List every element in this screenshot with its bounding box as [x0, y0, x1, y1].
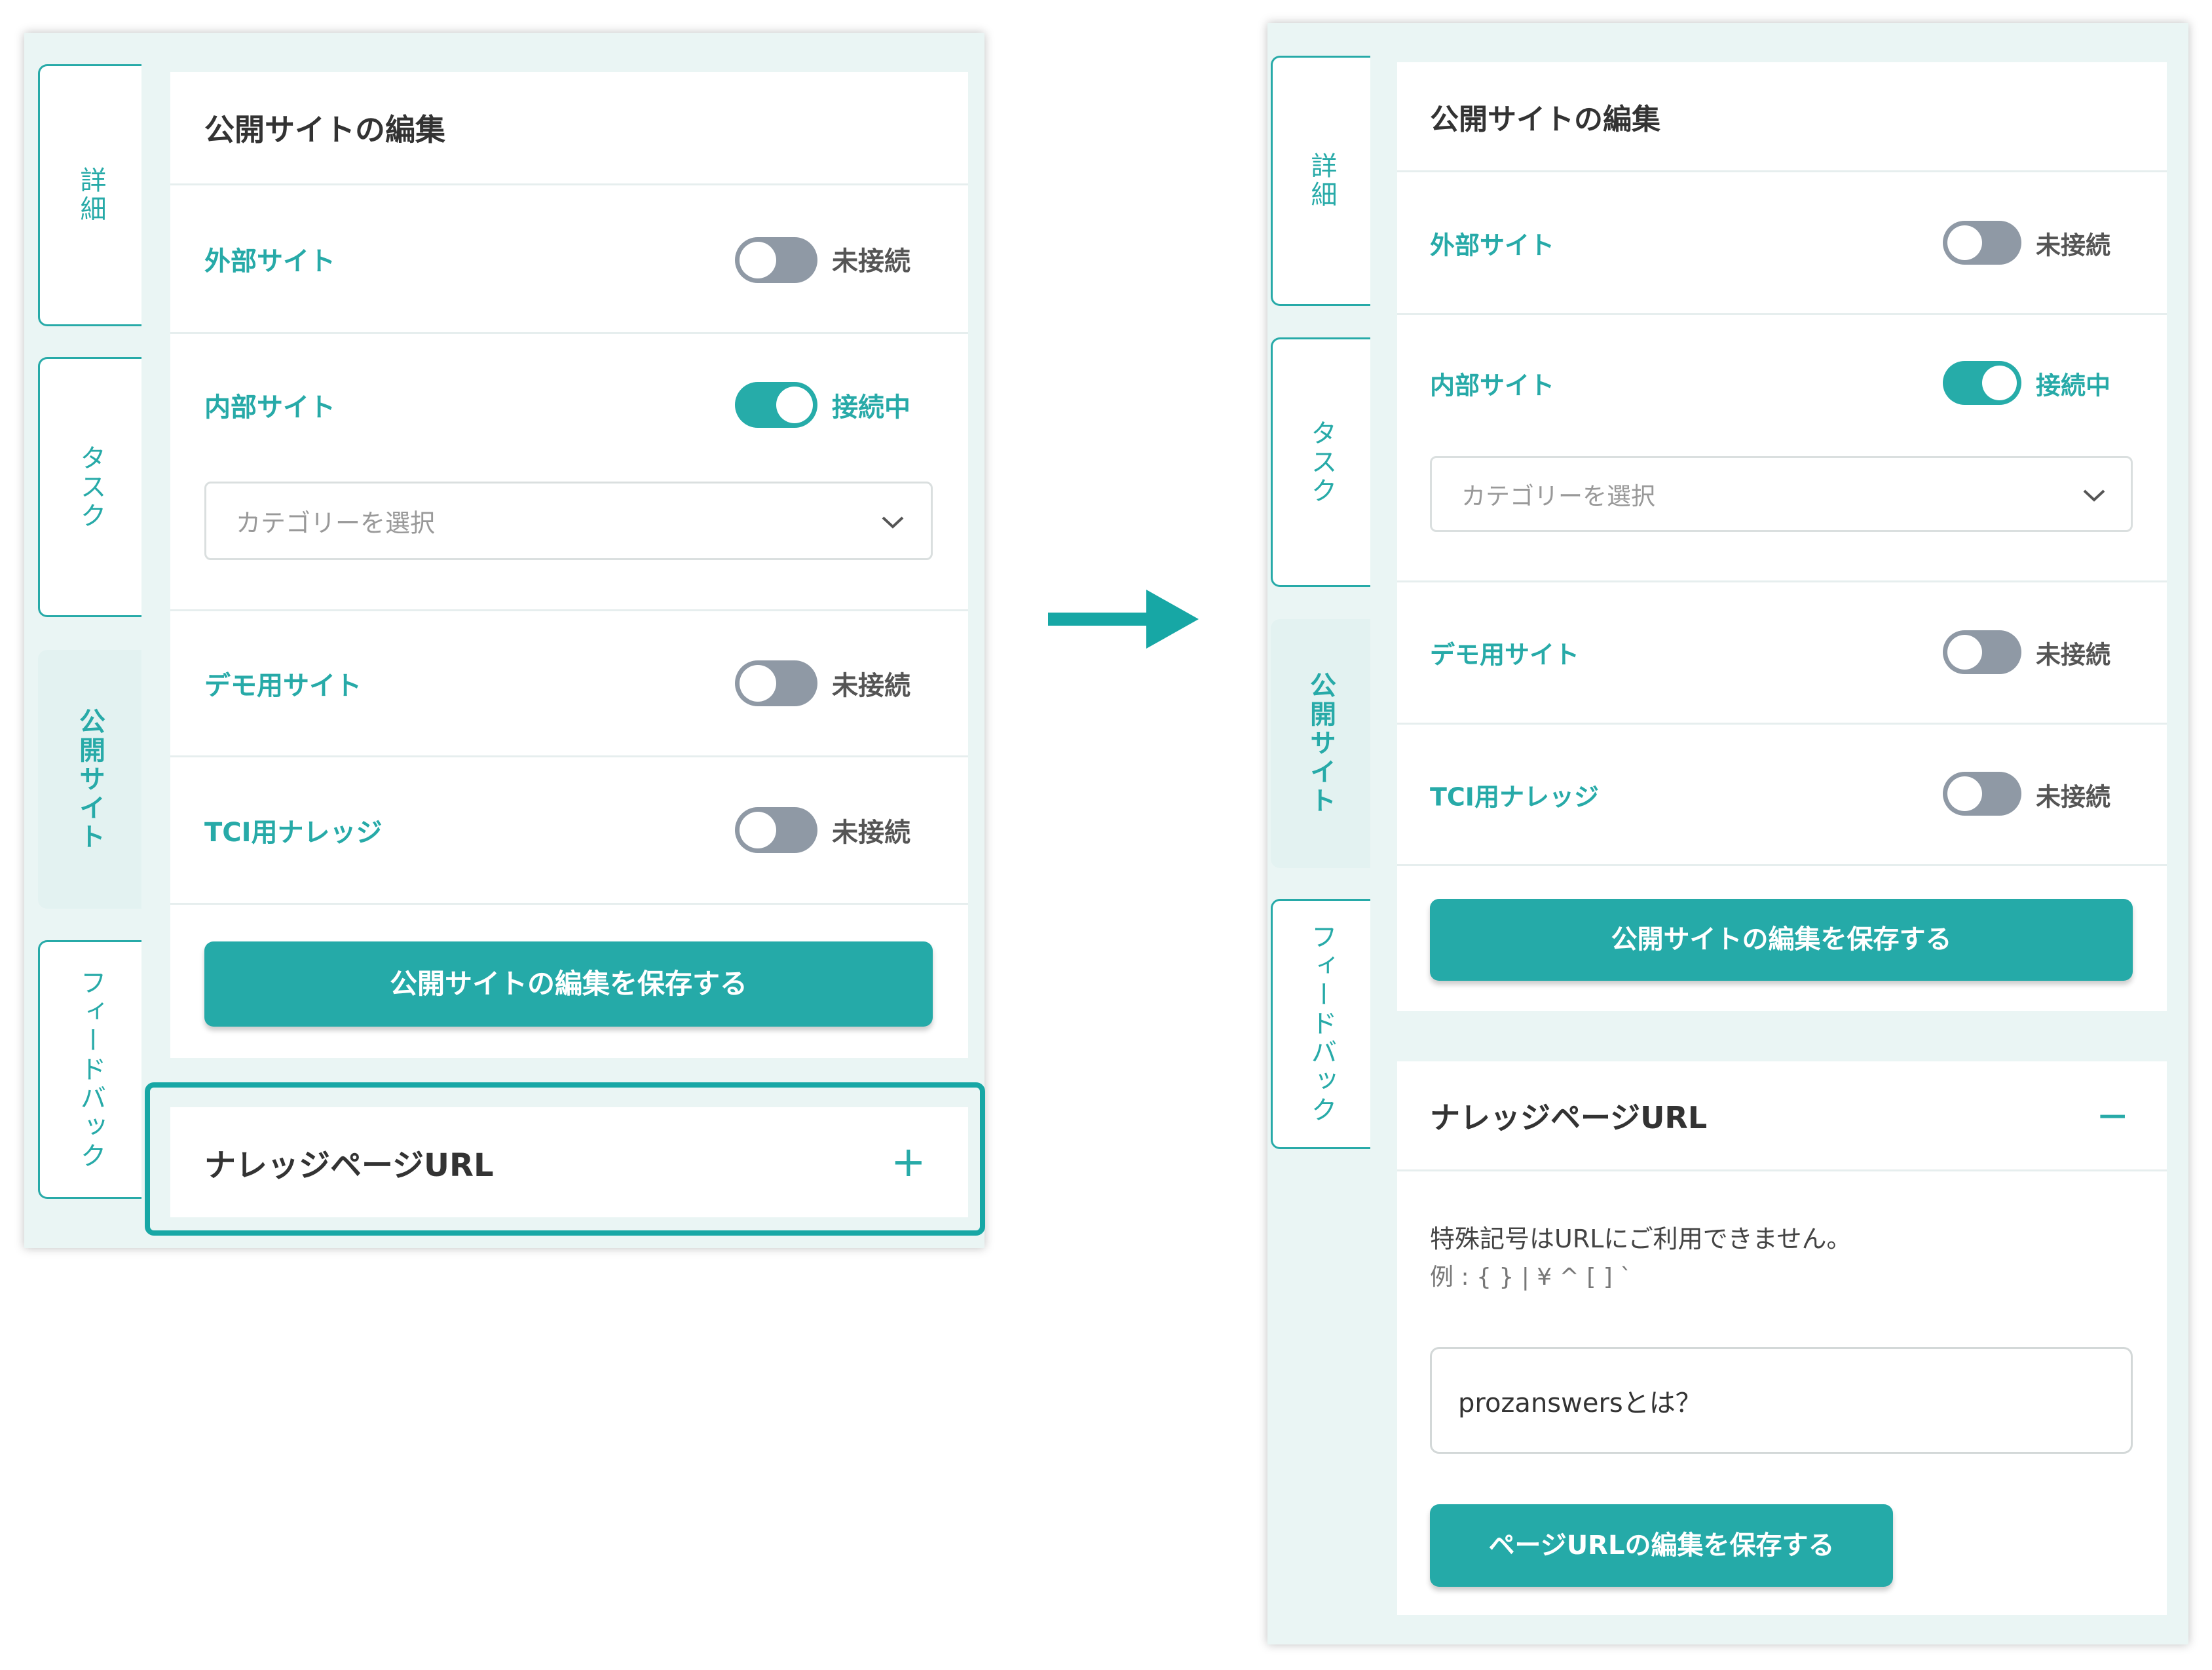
tab-task[interactable]: タスク: [38, 357, 141, 617]
tab-public-site[interactable]: 公開サイト: [1271, 619, 1370, 868]
tab-feedback-label: フィードバック: [1306, 923, 1337, 1125]
category-select[interactable]: カテゴリーを選択: [1430, 456, 2133, 532]
tab-task[interactable]: タスク: [1271, 337, 1370, 587]
site-row-external: 外部サイト 未接続: [170, 185, 968, 334]
tab-task-label: タスク: [75, 444, 106, 531]
site-row-internal: 内部サイト 接続中 カテゴリーを選択: [170, 334, 968, 611]
highlight-box: [145, 1082, 985, 1236]
public-site-editor-panel: 公開サイトの編集 外部サイト 未接続 内部サイト 接続中 カテゴリーを選択 デモ…: [170, 72, 968, 1058]
tab-detail[interactable]: 詳細: [1271, 56, 1370, 306]
category-select-placeholder: カテゴリーを選択: [1461, 482, 1655, 510]
special-char-notice: 特殊記号はURLにご利用できません。: [1430, 1224, 1852, 1253]
toggle-internal[interactable]: [1943, 361, 2021, 405]
site-row-tci: TCI用ナレッジ 未接続: [170, 757, 968, 905]
save-page-url-button[interactable]: ページURLの編集を保存する: [1430, 1504, 1893, 1587]
panel-title: 公開サイトの編集: [1430, 102, 1660, 136]
site-row-external: 外部サイト 未接続: [1397, 172, 2167, 315]
panel-header: 公開サイトの編集: [170, 72, 968, 185]
public-site-editor-panel: 公開サイトの編集 外部サイト 未接続 内部サイト 接続中 カテゴリーを選択 デモ…: [1397, 62, 2167, 1011]
page-url-value: prozanswersとは？: [1458, 1388, 1702, 1418]
status-tci: 未接続: [832, 818, 910, 848]
tab-detail[interactable]: 詳細: [38, 64, 141, 326]
special-char-example: 例 : { } | ¥ ^ [ ] `: [1430, 1264, 1632, 1291]
toggle-demo[interactable]: [735, 660, 817, 706]
tab-detail-label: 詳細: [1306, 152, 1337, 210]
knowledge-title: ナレッジページURL: [1430, 1099, 1708, 1135]
toggle-external[interactable]: [1943, 221, 2021, 265]
toggle-internal[interactable]: [735, 382, 817, 428]
status-internal: 接続中: [2036, 371, 2111, 400]
site-label-tci: TCI用ナレッジ: [204, 818, 383, 848]
tab-public-site-label: 公開サイト: [1305, 672, 1336, 816]
toggle-demo[interactable]: [1943, 630, 2021, 674]
site-label-external: 外部サイト: [204, 246, 335, 276]
chevron-down-icon: [882, 516, 904, 529]
site-label-internal: 内部サイト: [204, 392, 335, 423]
site-label-internal: 内部サイト: [1430, 371, 1555, 400]
collapse-minus-icon[interactable]: −: [2096, 1093, 2129, 1139]
toggle-tci[interactable]: [735, 807, 817, 853]
tab-public-site-label: 公開サイト: [75, 707, 105, 852]
save-public-site-button[interactable]: 公開サイトの編集を保存する: [204, 941, 933, 1027]
status-external: 未接続: [2036, 231, 2111, 259]
category-select-placeholder: カテゴリーを選択: [236, 508, 436, 538]
toggle-tci[interactable]: [1943, 772, 2021, 816]
status-external: 未接続: [832, 246, 910, 276]
tab-feedback-label: フィードバック: [75, 968, 106, 1171]
status-demo: 未接続: [2036, 640, 2111, 670]
tab-task-label: タスク: [1306, 419, 1337, 506]
site-row-internal: 内部サイト 接続中 カテゴリーを選択: [1397, 315, 2167, 582]
tab-feedback[interactable]: フィードバック: [1271, 899, 1370, 1149]
panel-header: 公開サイトの編集: [1397, 62, 2167, 172]
toggle-external[interactable]: [735, 237, 817, 283]
status-internal: 接続中: [832, 392, 910, 423]
site-row-tci: TCI用ナレッジ 未接続: [1397, 725, 2167, 866]
page-url-input[interactable]: prozanswersとは？: [1430, 1347, 2133, 1454]
site-row-demo: デモ用サイト 未接続: [170, 611, 968, 757]
chevron-down-icon: [2083, 489, 2105, 502]
status-tci: 未接続: [2036, 782, 2111, 811]
status-demo: 未接続: [832, 671, 910, 701]
save-public-site-button[interactable]: 公開サイトの編集を保存する: [1430, 899, 2133, 981]
site-label-demo: デモ用サイト: [1430, 640, 1580, 670]
category-select[interactable]: カテゴリーを選択: [204, 482, 933, 560]
tab-public-site[interactable]: 公開サイト: [38, 650, 141, 909]
tab-feedback[interactable]: フィードバック: [38, 940, 141, 1199]
site-row-demo: デモ用サイト 未接続: [1397, 582, 2167, 725]
site-label-external: 外部サイト: [1430, 231, 1555, 259]
knowledge-header[interactable]: ナレッジページURL −: [1397, 1061, 2167, 1171]
knowledge-url-expanded: ナレッジページURL − 特殊記号はURLにご利用できません。 例 : { } …: [1397, 1061, 2167, 1615]
tab-detail-label: 詳細: [75, 166, 106, 224]
site-label-tci: TCI用ナレッジ: [1430, 782, 1599, 811]
arrow-right-icon: [1048, 590, 1199, 649]
site-label-demo: デモ用サイト: [204, 671, 362, 701]
panel-title: 公開サイトの編集: [204, 112, 445, 147]
